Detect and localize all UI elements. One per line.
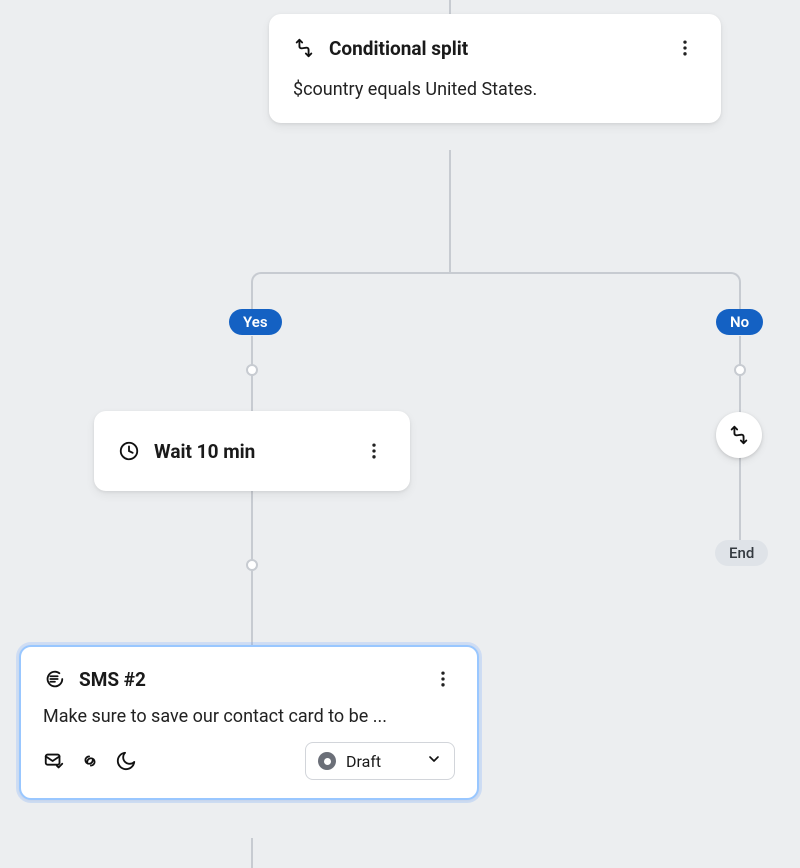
connector — [739, 456, 741, 542]
split-condition-text: $country equals United States. — [293, 78, 697, 101]
card-header: Conditional split — [293, 36, 697, 60]
sms-card[interactable]: SMS #2 Make sure to save our contact car… — [19, 645, 479, 800]
conditional-split-card[interactable]: Conditional split $country equals United… — [269, 14, 721, 123]
sms-icon — [43, 668, 65, 690]
connector — [251, 285, 253, 312]
attachment-icon[interactable] — [79, 750, 101, 772]
connector — [449, 150, 451, 272]
sms-preview-text: Make sure to save our contact card to be… — [43, 705, 455, 728]
split-node-button[interactable] — [716, 412, 762, 458]
connector — [264, 272, 729, 274]
sms-footer: Draft — [43, 742, 455, 780]
card-title: SMS #2 — [79, 668, 146, 691]
branch-pill-yes: Yes — [229, 309, 282, 335]
clock-icon — [118, 440, 140, 462]
flow-node-dot — [734, 364, 746, 376]
flow-node-dot — [246, 559, 258, 571]
connector — [251, 838, 253, 868]
more-icon[interactable] — [362, 439, 386, 463]
envelope-check-icon[interactable] — [43, 750, 65, 772]
chevron-down-icon — [426, 751, 442, 771]
wait-card[interactable]: Wait 10 min — [94, 411, 410, 491]
card-header: SMS #2 — [43, 667, 455, 691]
connector-corner — [251, 272, 265, 286]
branch-end-pill: End — [715, 540, 768, 566]
more-icon[interactable] — [431, 667, 455, 691]
card-title: Wait 10 min — [154, 440, 255, 463]
split-icon — [293, 37, 315, 59]
card-title: Conditional split — [329, 37, 468, 60]
flow-node-dot — [246, 364, 258, 376]
connector-corner — [727, 272, 741, 286]
branch-pill-no: No — [716, 309, 763, 335]
more-icon[interactable] — [673, 36, 697, 60]
status-dot-icon — [318, 752, 336, 770]
connector — [449, 0, 451, 14]
status-select[interactable]: Draft — [305, 742, 455, 780]
connector — [739, 285, 741, 312]
quiet-hours-icon[interactable] — [115, 750, 137, 772]
status-label: Draft — [346, 752, 381, 771]
